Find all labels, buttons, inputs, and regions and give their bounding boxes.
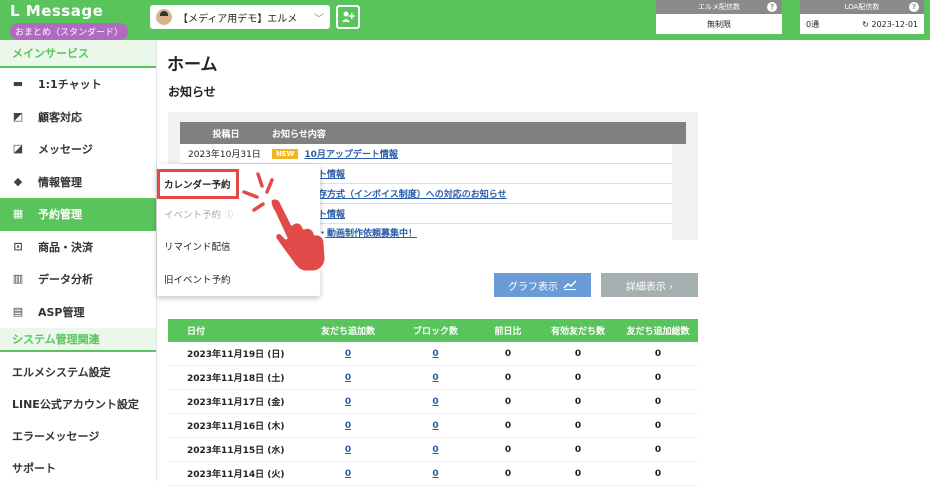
sidebar-item-asp[interactable]: ▤ ASP管理 bbox=[0, 296, 156, 329]
sidebar-item-reservation[interactable]: ▦ 予約管理 bbox=[0, 198, 156, 231]
friend-add-link[interactable]: 0 bbox=[345, 373, 351, 383]
sidebar-item-products[interactable]: ⊡ 商品・決済 bbox=[0, 231, 156, 264]
table-row: 2023年11月14日 (火) 0 0 0 0 0 bbox=[168, 462, 698, 486]
block-link[interactable]: 0 bbox=[432, 349, 438, 359]
table-row: 2023年11月19日 (日) 0 0 0 0 0 bbox=[168, 342, 698, 366]
daily-stats-table: 日付 友だち追加数 ブロック数 前日比 有効友だち数 友だち追加総数 2023年… bbox=[168, 319, 698, 486]
table-row: 2023年11月15日 (水) 0 0 0 0 0 bbox=[168, 438, 698, 462]
notice-link[interactable]: 10月アップデート情報 bbox=[304, 147, 398, 160]
friend-add-link[interactable]: 0 bbox=[345, 349, 351, 359]
highlight-box bbox=[157, 169, 239, 199]
detail-button[interactable]: 詳細表示 › bbox=[601, 273, 698, 297]
notice-title: お知らせ bbox=[168, 85, 216, 99]
section-system: システム管理関連 bbox=[0, 328, 156, 352]
friend-add-link[interactable]: 0 bbox=[345, 397, 351, 407]
notice-date-header: 投稿日 bbox=[212, 129, 240, 140]
account-name: 【メディア用デモ】エルメ bbox=[178, 13, 298, 25]
sidebar-item-elme-settings[interactable]: エルメシステム設定 bbox=[0, 356, 156, 388]
chat-icon: ▬ bbox=[12, 77, 24, 91]
elme-delivery-stat: エルメ配信数? 無制限 bbox=[656, 0, 782, 34]
brand-title: L Message bbox=[10, 2, 104, 20]
info-icon: ⓘ bbox=[225, 209, 234, 219]
block-link[interactable]: 0 bbox=[432, 469, 438, 479]
chevron-down-icon: ﹀ bbox=[314, 13, 324, 25]
section-main-service: メインサービス bbox=[0, 40, 156, 68]
add-user-button[interactable] bbox=[336, 5, 360, 29]
sidebar-item-customer[interactable]: ◩ 顧客対応 bbox=[0, 101, 156, 134]
table-row: 2023年11月18日 (土) 0 0 0 0 0 bbox=[168, 366, 698, 390]
sidebar-item-chat[interactable]: ▬ 1:1チャット bbox=[0, 68, 156, 101]
calendar-icon: ▦ bbox=[12, 207, 24, 221]
cart-icon: ⊡ bbox=[13, 239, 23, 253]
notice-content-header: お知らせ内容 bbox=[272, 129, 326, 140]
customer-icon: ◩ bbox=[12, 109, 24, 123]
page-title: ホーム bbox=[167, 55, 218, 75]
table-header: 日付 友だち追加数 ブロック数 前日比 有効友だち数 友だち追加総数 bbox=[168, 319, 698, 342]
stat-label: エルメ配信数 bbox=[698, 3, 740, 11]
help-icon[interactable]: ? bbox=[909, 2, 919, 12]
friend-add-link[interactable]: 0 bbox=[345, 445, 351, 455]
stat-count: 0通 bbox=[806, 19, 820, 29]
stat-value: 無制限 bbox=[707, 19, 731, 29]
chart-icon: ▥ bbox=[12, 272, 24, 286]
message-icon: ◪ bbox=[12, 142, 24, 156]
sidebar-item-error[interactable]: エラーメッセージ bbox=[0, 420, 156, 452]
account-select[interactable]: 【メディア用デモ】エルメ ﹀ bbox=[150, 5, 330, 29]
line-chart-icon bbox=[563, 280, 577, 290]
avatar bbox=[156, 9, 172, 25]
notice-header: 投稿日 お知らせ内容 bbox=[180, 122, 686, 144]
sidebar-item-analytics[interactable]: ▥ データ分析 bbox=[0, 263, 156, 296]
refresh-icon: ↻ bbox=[862, 19, 872, 29]
block-link[interactable]: 0 bbox=[432, 373, 438, 383]
plan-badge: おまとめ（スタンダード） bbox=[10, 23, 129, 40]
table-row: 2023年11月17日 (金) 0 0 0 0 0 bbox=[168, 390, 698, 414]
sidebar-item-message[interactable]: ◪ メッセージ bbox=[0, 133, 156, 166]
asp-icon: ▤ bbox=[12, 304, 24, 318]
pointing-hand-icon bbox=[242, 172, 328, 274]
help-icon[interactable]: ? bbox=[767, 2, 777, 12]
block-link[interactable]: 0 bbox=[432, 421, 438, 431]
graph-button[interactable]: グラフ表示 bbox=[494, 273, 591, 297]
new-badge: NEW bbox=[272, 148, 299, 159]
top-bar: L Message おまとめ（スタンダード） 【メディア用デモ】エルメ ﹀ エル… bbox=[0, 0, 930, 40]
sidebar-item-support[interactable]: サポート bbox=[0, 452, 156, 484]
sidebar-item-info[interactable]: ◆ 情報管理 bbox=[0, 166, 156, 199]
tag-icon: ◆ bbox=[13, 174, 23, 188]
friend-add-link[interactable]: 0 bbox=[345, 421, 351, 431]
stat-label: LOA配信数 bbox=[844, 3, 880, 11]
notice-row: 2023年10月31日 NEW 10月アップデート情報 bbox=[180, 144, 672, 164]
sidebar-item-line-settings[interactable]: LINE公式アカウント設定 bbox=[0, 388, 156, 420]
add-user-icon bbox=[342, 11, 355, 22]
friend-add-link[interactable]: 0 bbox=[345, 469, 351, 479]
brand[interactable]: L Message おまとめ（スタンダード） bbox=[10, 2, 148, 40]
loa-delivery-stat: LOA配信数? 0通 ↻ 2023-12-01 bbox=[800, 0, 924, 34]
block-link[interactable]: 0 bbox=[432, 397, 438, 407]
sidebar: メインサービス ▬ 1:1チャット ◩ 顧客対応 ◪ メッセージ ◆ 情報管理 ▦ 予約管… bbox=[0, 40, 157, 481]
table-row: 2023年11月16日 (木) 0 0 0 0 0 bbox=[168, 414, 698, 438]
block-link[interactable]: 0 bbox=[432, 445, 438, 455]
refresh-date[interactable]: ↻ 2023-12-01 bbox=[862, 20, 918, 29]
